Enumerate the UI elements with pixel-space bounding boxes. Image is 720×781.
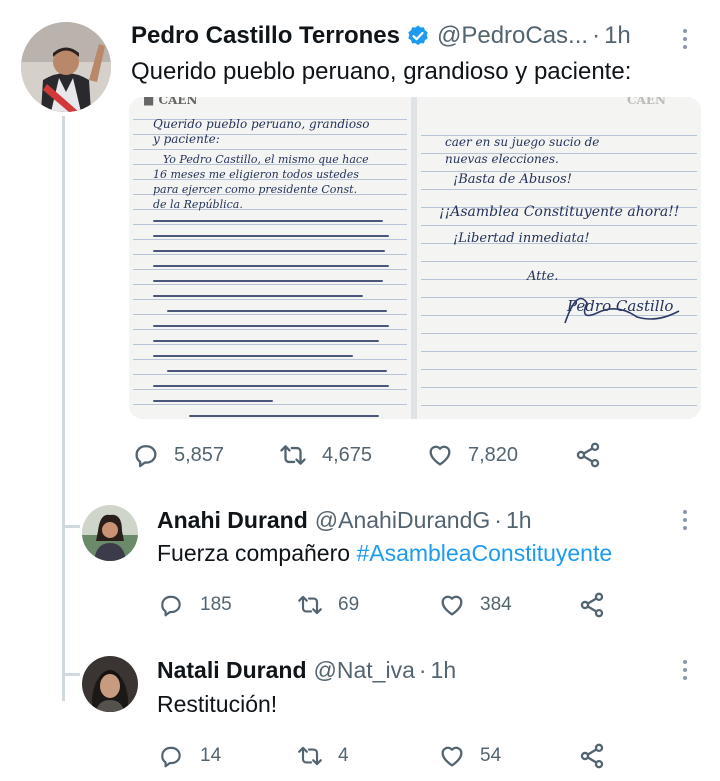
avatar-image xyxy=(21,22,111,112)
tweet-text: Querido pueblo peruano, grandioso y paci… xyxy=(131,58,632,85)
letterhead-logo: ■ CAEN xyxy=(143,97,198,107)
share-button[interactable] xyxy=(578,742,606,770)
heart-icon xyxy=(441,746,463,767)
thread-line xyxy=(62,116,65,701)
more-options-icon[interactable] xyxy=(681,659,689,681)
like-button[interactable]: 7,820 xyxy=(426,441,518,469)
avatar-image xyxy=(82,656,138,712)
tweet-text: Restitución! xyxy=(157,691,278,717)
reply-icon xyxy=(135,445,157,468)
author-name[interactable]: Anahi Durand xyxy=(157,507,308,534)
letter-page-right: CAEN caer en su juego sucio de nuevas el… xyxy=(417,97,701,419)
share-icon xyxy=(580,592,604,618)
retweet-button[interactable]: 69 xyxy=(296,592,359,618)
reply-icon xyxy=(161,595,181,617)
retweet-button[interactable]: 4 xyxy=(296,743,349,769)
more-options-icon[interactable] xyxy=(681,509,689,531)
reply-icon xyxy=(161,746,181,768)
tweet-text: Fuerza compañero #AsambleaConstituyente xyxy=(157,540,612,567)
avatar[interactable] xyxy=(82,505,138,561)
reply-button[interactable]: 5,857 xyxy=(132,441,224,469)
signature-flourish xyxy=(564,297,680,324)
heart-icon xyxy=(429,445,451,466)
heart-icon xyxy=(441,595,463,616)
retweet-icon xyxy=(298,595,322,615)
author-name[interactable]: Natali Durand xyxy=(157,657,307,684)
thread-branch xyxy=(62,673,80,676)
author-name[interactable]: Pedro Castillo Terrones xyxy=(131,22,400,50)
letter-line: 16 meses me eligieron todos ustedes xyxy=(153,168,359,181)
share-button[interactable] xyxy=(578,591,606,619)
author-handle[interactable]: @AnahiDurandG xyxy=(315,507,491,534)
separator-dot: · xyxy=(592,22,601,49)
hashtag-link[interactable]: #AsambleaConstituyente xyxy=(356,540,612,566)
letter-line: ¡¡Asamblea Constituyente ahora!! xyxy=(439,204,680,220)
tweet-time[interactable]: 1h xyxy=(506,507,532,534)
author-handle[interactable]: @Nat_iva xyxy=(314,657,415,684)
reply-button[interactable]: 14 xyxy=(158,743,221,769)
reply-button[interactable]: 185 xyxy=(158,592,232,618)
thread-branch xyxy=(62,525,80,528)
more-options-icon[interactable] xyxy=(681,28,689,50)
retweet-count: 4,675 xyxy=(322,443,373,466)
share-button[interactable] xyxy=(574,441,602,469)
avatar-image xyxy=(82,505,138,561)
like-count: 54 xyxy=(480,745,502,766)
letter-page-left: ■ CAEN Querido pueblo peruano, grandioso… xyxy=(129,97,411,419)
like-count: 384 xyxy=(480,594,512,615)
letter-line: nuevas elecciones. xyxy=(445,152,559,166)
avatar[interactable] xyxy=(21,22,111,112)
letter-line: y paciente: xyxy=(153,132,220,146)
letter-line: Querido pueblo peruano, grandioso xyxy=(153,117,370,131)
like-button[interactable]: 384 xyxy=(438,591,512,619)
letter-line: Atte. xyxy=(527,269,559,284)
separator-dot: · xyxy=(418,656,427,683)
tweet-time[interactable]: 1h xyxy=(431,657,457,684)
tweet-text-body: Fuerza compañero xyxy=(157,540,357,566)
retweet-icon xyxy=(280,445,306,465)
reply-count: 14 xyxy=(200,745,222,766)
letter-line: caer en su juego sucio de xyxy=(445,135,600,149)
tweet-image[interactable]: ■ CAEN Querido pueblo peruano, grandioso… xyxy=(129,97,701,419)
letter-line: Yo Pedro Castillo, el mismo que hace xyxy=(163,153,369,166)
reply-count: 185 xyxy=(200,594,232,615)
reply-count: 5,857 xyxy=(174,443,225,466)
letter-line: ¡Basta de Abusos! xyxy=(453,172,572,187)
like-count: 7,820 xyxy=(468,443,519,466)
retweet-count: 4 xyxy=(338,745,349,766)
retweet-button[interactable]: 4,675 xyxy=(278,441,372,469)
tweet-time[interactable]: 1h xyxy=(604,22,631,50)
letter-line: para ejercer como presidente Const. xyxy=(153,183,358,196)
author-handle[interactable]: @PedroCas... xyxy=(437,22,588,50)
like-button[interactable]: 54 xyxy=(438,742,501,770)
retweet-count: 69 xyxy=(338,594,360,615)
share-icon xyxy=(576,442,600,468)
share-icon xyxy=(580,743,604,769)
avatar[interactable] xyxy=(82,656,138,712)
letter-line: de la República. xyxy=(153,198,243,211)
retweet-icon xyxy=(298,746,322,766)
verified-badge-icon xyxy=(406,24,430,48)
separator-dot: · xyxy=(494,506,502,533)
letterhead-logo: CAEN xyxy=(627,97,666,107)
letter-line: ¡Libertad inmediata! xyxy=(453,231,590,246)
